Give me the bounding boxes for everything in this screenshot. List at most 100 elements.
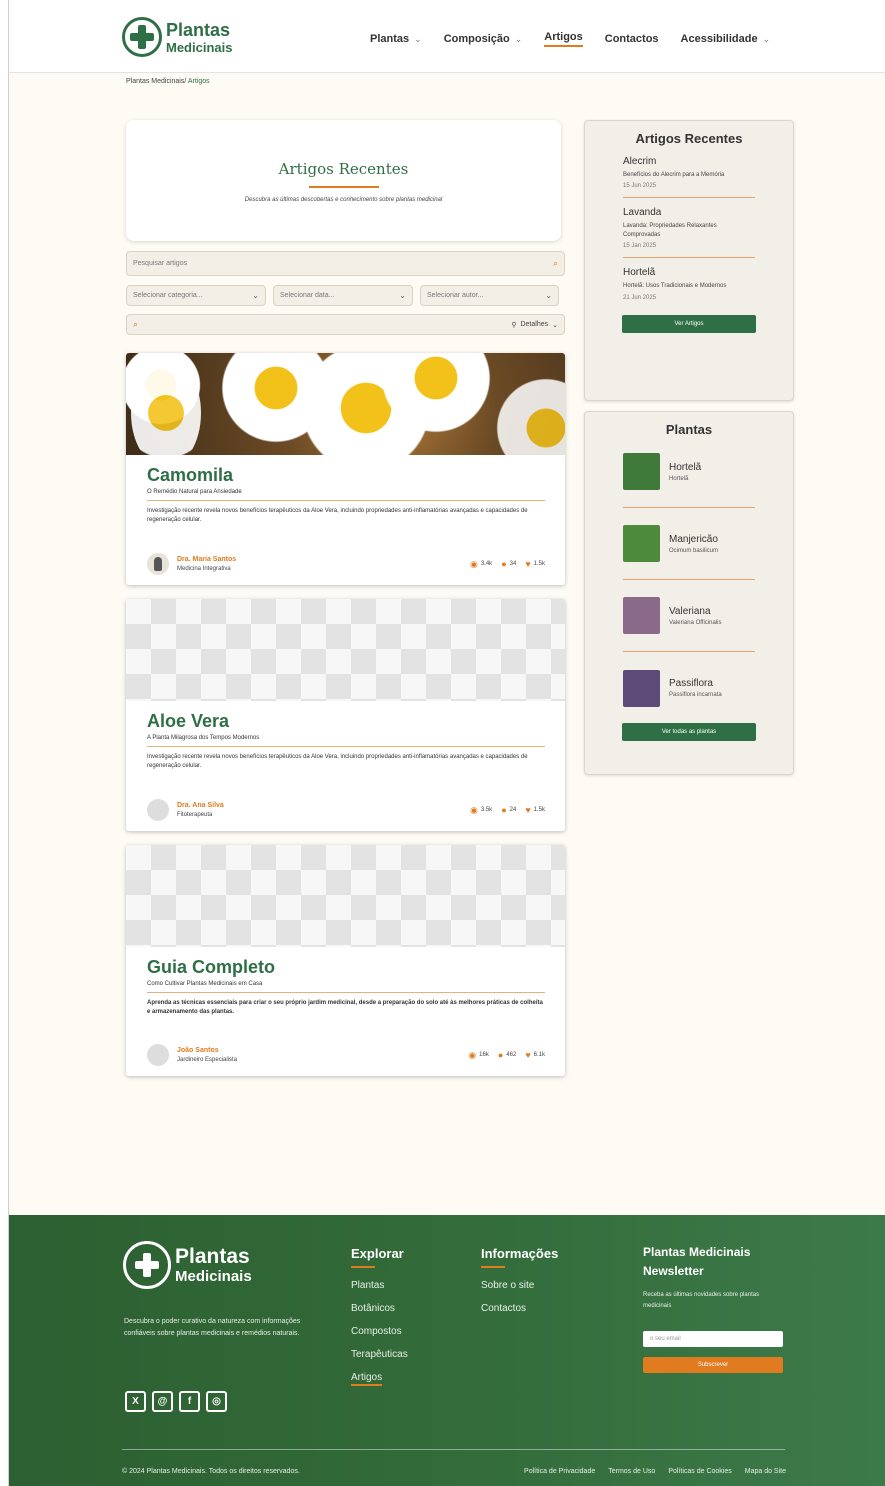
search-icon[interactable]: ⌕ [553,258,558,269]
article-image-placeholder [126,599,565,701]
article-card[interactable]: Guia Completo Como Cultivar Plantas Medi… [126,845,565,1076]
medical-cross-icon [122,17,162,57]
article-title[interactable]: Aloe Vera [147,711,545,732]
article-description: Investigação recente revela novos benefí… [147,508,528,523]
author-role: Fitoterapeuta [177,811,213,818]
filter-icon: ⚲ [511,321,517,329]
footer-link[interactable]: Contactos [481,1303,558,1314]
footer-description: Descubra o poder curativo da natureza co… [124,1318,301,1338]
sitemap-link[interactable]: Mapa do Site [745,1468,786,1475]
legal-links: Política de Privacidade Termos de Uso Po… [524,1468,786,1475]
footer-link[interactable]: Plantas [351,1280,408,1291]
author-name[interactable]: Dra. Maria Santos [177,555,236,564]
article-stats: ◉ 16k ● 462 ♥ 6.1k [468,1049,545,1061]
details-filter-bar[interactable]: ⌕ ⚲ Detalhes ⌄ [126,314,565,335]
chevron-down-icon: ⌄ [414,33,422,44]
plant-item-valeriana[interactable]: Valeriana Valeriana Officinalis [623,597,755,652]
article-subtitle: A Planta Milagrosa dos Tempos Modernos [147,735,260,741]
eye-icon: ◉ [469,804,478,815]
nav-acessibilidade[interactable]: Acessibilidade ⌄ [681,31,771,47]
article-description: Investigação recente revela novos benefí… [147,754,528,769]
article-description: Aprenda as técnicas essenciais para cria… [147,1000,543,1015]
plant-item-manjericao[interactable]: Manjericão Ocimum basilicum [623,525,755,580]
chevron-down-icon: ⌄ [399,291,406,300]
footer-logo[interactable]: Plantas Medicinais [123,1241,252,1289]
author-name[interactable]: Dra. Ana Silva [177,801,224,810]
nav-contactos[interactable]: Contactos [605,31,659,47]
footer-info: Informações Sobre o site Contactos [481,1246,559,1314]
heart-icon[interactable]: ♥ [525,559,530,569]
plants-panel: Plantas Hortelã Hortelã Manjericão Ocimum … [584,411,794,775]
footer-link[interactable]: Artigos [351,1372,383,1386]
recent-article-item[interactable]: Lavanda Lavanda: Propriedades Relaxantes… [623,207,755,259]
hero-panel: Artigos Recentes Descubra as últimas des… [126,120,561,241]
newsletter-email-input[interactable]: o seu email [643,1330,783,1347]
chevron-down-icon: ⌄ [514,33,523,44]
divider [147,746,545,747]
facebook-icon[interactable]: f [179,1391,200,1412]
comment-icon[interactable]: ● [501,559,506,569]
comment-icon[interactable]: ● [498,1050,503,1060]
view-articles-button[interactable]: Ver Artigos [622,314,756,333]
eye-icon: ◉ [469,558,478,569]
recent-articles-title: Artigos Recentes [635,131,743,146]
article-subtitle: Como Cultivar Plantas Medicinais em Casa [147,981,263,987]
footer-link[interactable]: Botânicos [351,1303,408,1314]
heart-icon[interactable]: ♥ [525,805,530,815]
footer-divider [122,1449,785,1450]
search-icon[interactable]: ⌕ [133,319,138,330]
author-role: Jardineiro Especialista [177,1056,238,1063]
recent-article-item[interactable]: Alecrim Benefícios do Alecrim para a Mem… [623,156,755,199]
site-logo[interactable]: Plantas Medicinais [122,17,232,57]
eye-icon: ◉ [468,1049,477,1060]
site-header: Plantas Medicinais Plantas ⌄ Composição ⌄ … [9,0,885,73]
subscribe-button[interactable]: Subscrever [643,1356,783,1373]
details-toggle[interactable]: ⚲ Detalhes ⌄ [511,321,558,329]
author-role: Medicina Integrativa [177,565,231,572]
article-stats: ◉ 3.4k ● 34 ♥ 1.5k [469,558,545,570]
footer-link[interactable]: Terapêuticas [351,1349,408,1360]
threads-icon[interactable]: @ [152,1391,173,1412]
author-avatar [147,1044,169,1066]
page-title: Artigos Recentes [278,160,409,178]
plants-title: Plantas [665,422,713,437]
nav-plantas[interactable]: Plantas ⌄ [370,31,422,47]
plant-item-passiflora[interactable]: Passiflora Passiflora incarnata [623,669,755,707]
article-card[interactable]: Camomila O Remédio Natural para Ansiedad… [126,353,565,585]
heart-icon[interactable]: ♥ [525,1050,530,1060]
privacy-link[interactable]: Política de Privacidade [524,1468,595,1475]
author-avatar [147,799,169,821]
plant-item-hortela[interactable]: Hortelã Hortelã [623,453,755,508]
social-links: X @ f ◎ [125,1391,227,1412]
article-card[interactable]: Aloe Vera A Planta Milagrosa dos Tempos … [126,599,565,831]
copyright: © 2024 Plantas Medicinais. Todos os dire… [122,1468,300,1475]
article-image-chamomile [126,353,565,455]
date-select[interactable]: Selecionar data... ⌄ [273,285,413,306]
author-name[interactable]: João Santos [177,1046,237,1055]
nav-artigos[interactable]: Artigos [544,31,583,47]
divider [147,500,545,501]
plant-thumbnail [623,525,660,562]
footer-link[interactable]: Sobre o site [481,1280,558,1291]
view-all-plants-button[interactable]: Ver todas as plantas [622,723,756,741]
nav-composicao[interactable]: Composição ⌄ [444,31,523,47]
chevron-down-icon: ⌄ [762,33,771,44]
footer-link[interactable]: Compostos [351,1326,408,1337]
comment-icon[interactable]: ● [501,805,506,815]
author-select[interactable]: Selecionar autor... ⌄ [420,285,559,306]
main-nav: Plantas ⌄ Composição ⌄ Artigos Contactos A… [370,31,792,47]
x-icon[interactable]: X [125,1391,146,1412]
plant-thumbnail [623,597,660,634]
chevron-down-icon: ⌄ [252,291,259,300]
category-select[interactable]: Selecionar categoria... ⌄ [126,285,266,306]
search-input[interactable]: Pesquisar artigos ⌕ [126,251,565,276]
instagram-icon[interactable]: ◎ [206,1391,227,1412]
terms-link[interactable]: Termos de Uso [608,1468,655,1475]
site-footer: Plantas Medicinais Descubra o poder cura… [9,1215,885,1486]
article-subtitle: O Remédio Natural para Ansiedade [147,489,242,495]
cookies-link[interactable]: Políticas de Cookies [668,1468,731,1475]
article-title[interactable]: Camomila [147,465,545,486]
breadcrumb-root[interactable]: Plantas Medicinais [126,78,184,85]
article-title[interactable]: Guia Completo [147,957,545,978]
recent-article-item[interactable]: Hortelã Hortelã: Usos Tradicionais e Mod… [623,267,755,308]
